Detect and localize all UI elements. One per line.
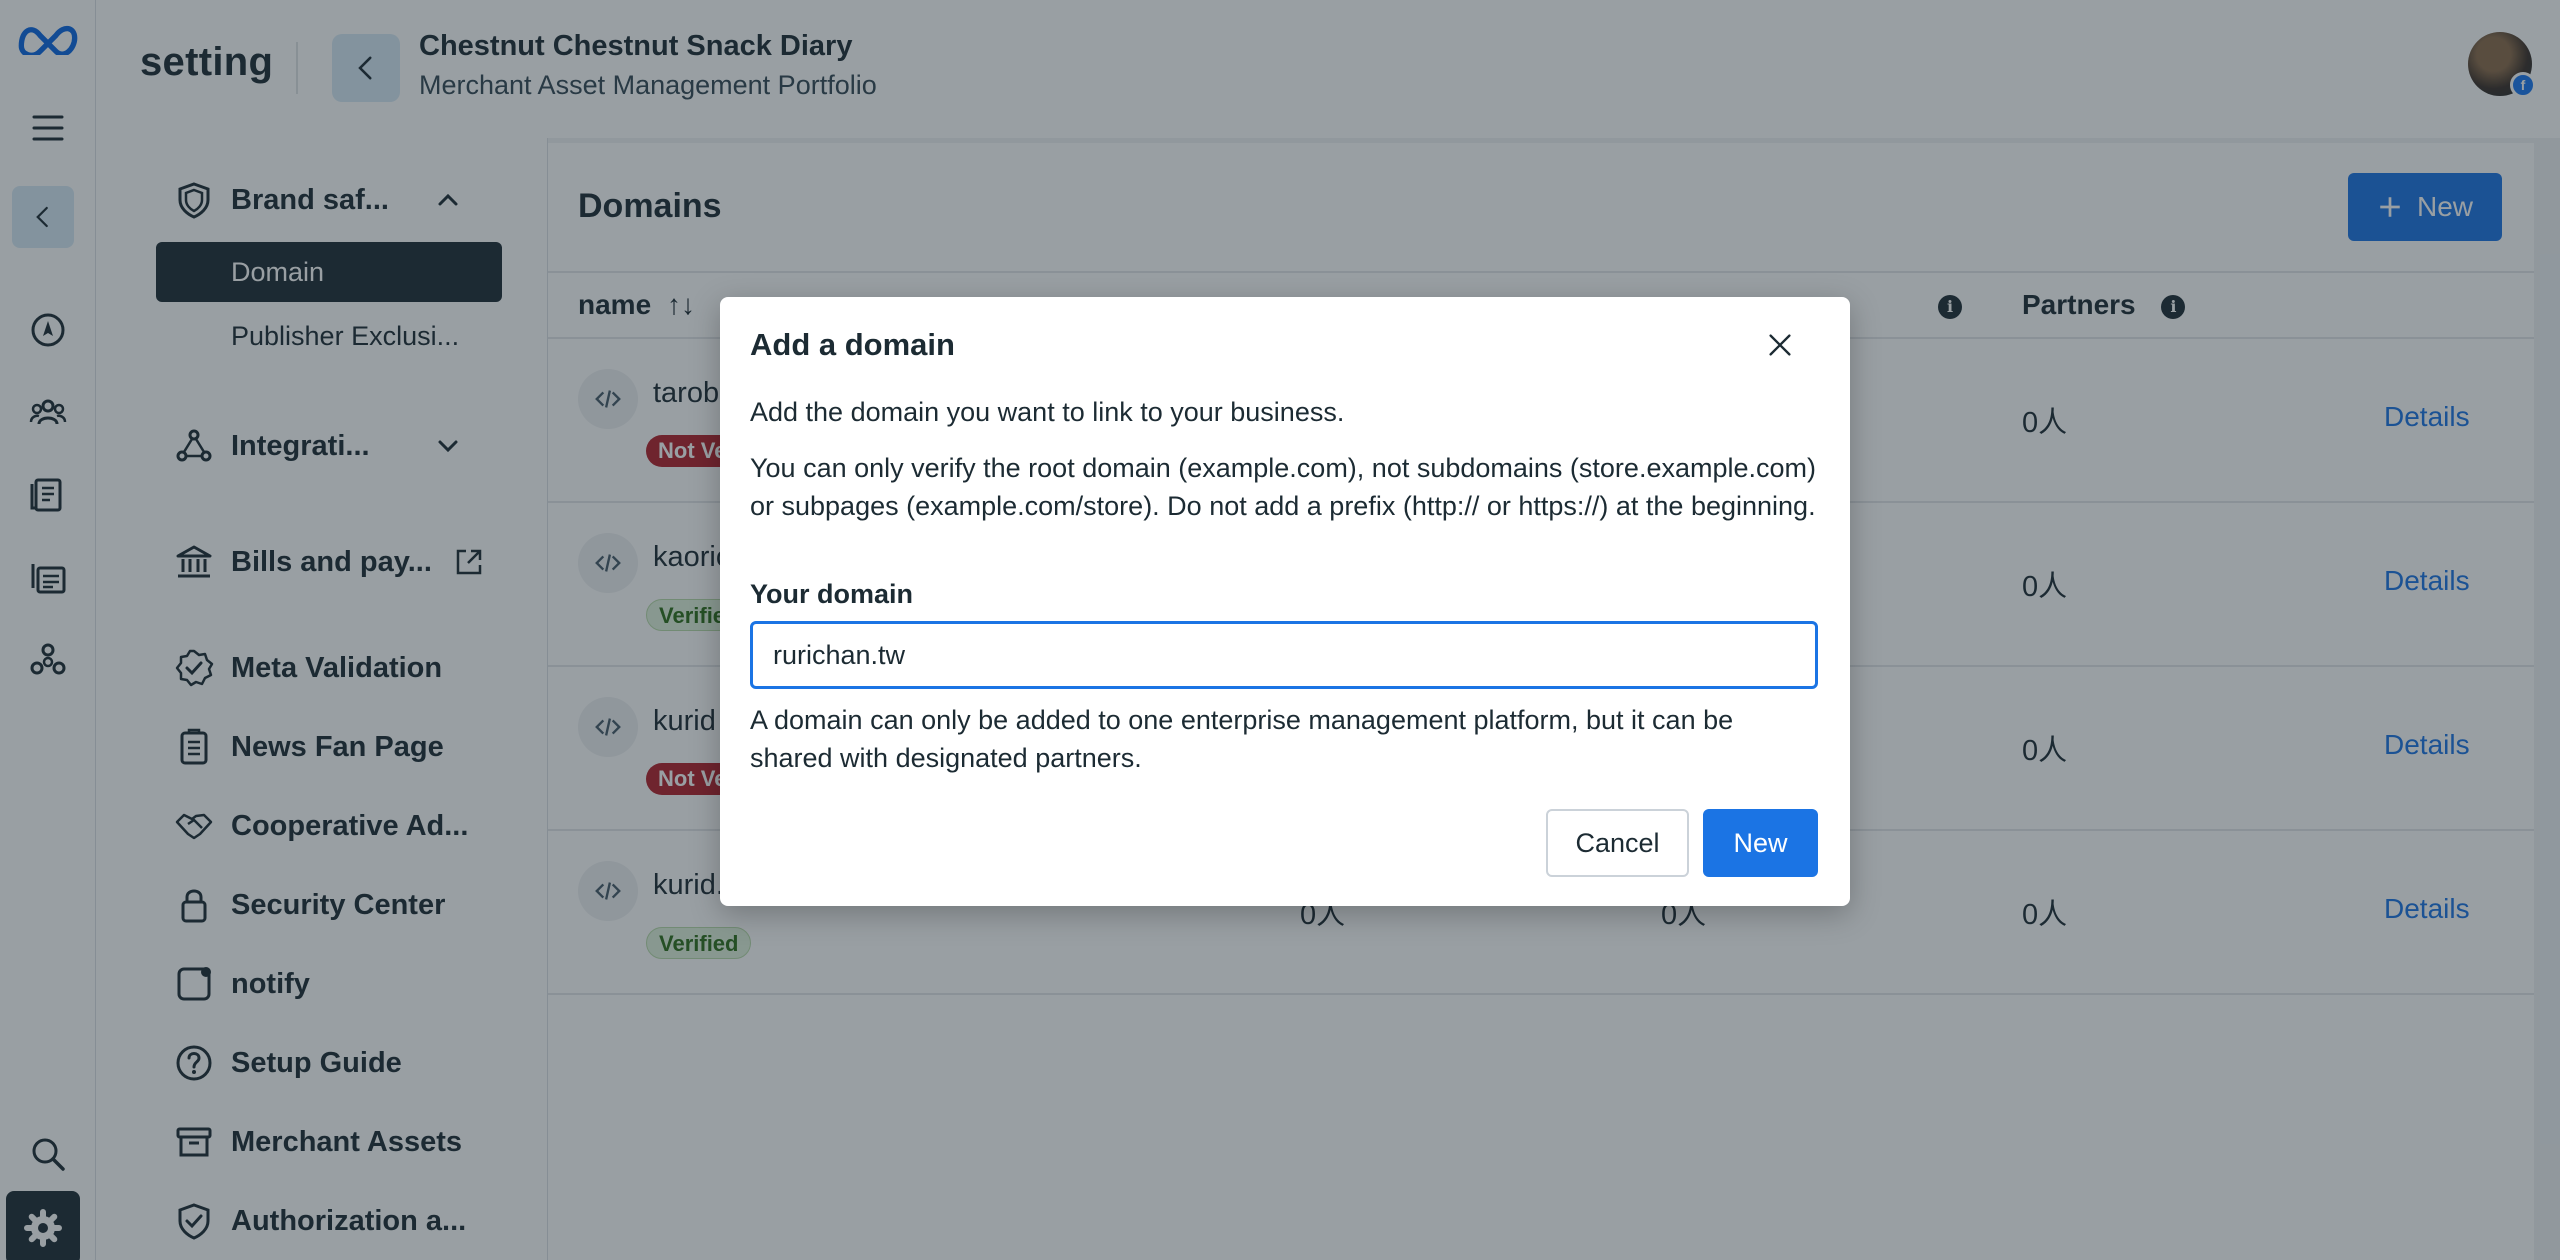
confirm-new-button[interactable]: New	[1703, 809, 1818, 877]
dialog-note: A domain can only be added to one enterp…	[750, 705, 1734, 773]
add-domain-dialog: Add a domain Add the domain you want to …	[720, 297, 1850, 906]
domain-input[interactable]	[750, 621, 1818, 689]
dialog-title: Add a domain	[750, 327, 955, 362]
domain-field-label: Your domain	[750, 579, 914, 609]
dialog-instructions: You can only verify the root domain (exa…	[750, 453, 1816, 521]
cancel-button[interactable]: Cancel	[1546, 809, 1689, 877]
close-icon[interactable]	[1762, 327, 1798, 363]
dialog-intro: Add the domain you want to link to your …	[750, 397, 1345, 427]
